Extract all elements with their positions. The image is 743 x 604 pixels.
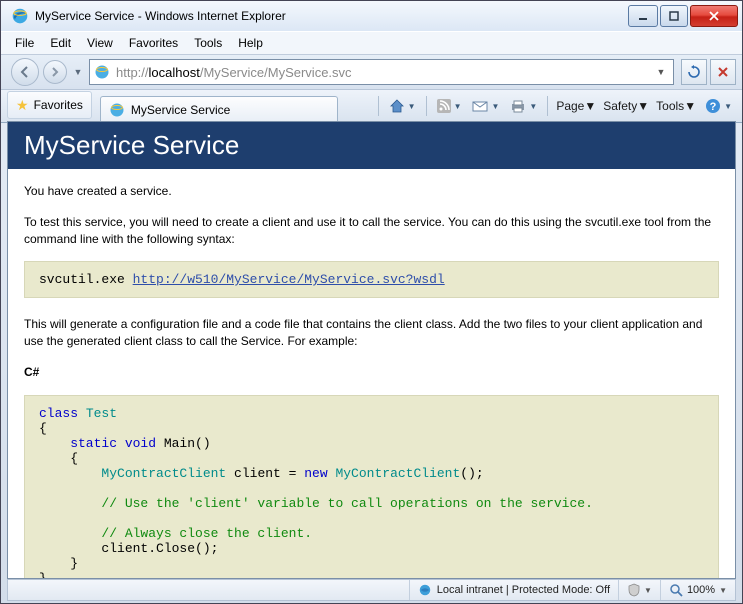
zoom-icon — [669, 583, 683, 597]
ie-window: MyService Service - Windows Internet Exp… — [0, 0, 743, 604]
print-icon — [510, 99, 526, 113]
menu-edit[interactable]: Edit — [50, 36, 71, 50]
menu-help[interactable]: Help — [238, 36, 263, 50]
content-viewport: MyService Service You have created a ser… — [7, 121, 736, 579]
status-empty — [8, 580, 409, 600]
wsdl-link[interactable]: http://w510/MyService/MyService.svc?wsdl — [133, 272, 445, 287]
minimize-icon — [638, 11, 648, 21]
page-content[interactable]: MyService Service You have created a ser… — [8, 122, 735, 578]
close-button[interactable] — [690, 5, 738, 27]
help-button[interactable]: ?▼ — [701, 95, 736, 117]
menu-view[interactable]: View — [87, 36, 113, 50]
tab-title: MyService Service — [131, 103, 230, 117]
security-settings[interactable]: ▼ — [618, 580, 660, 600]
command-toolbar: ▼ ▼ ▼ ▼ Page ▼ Safety ▼ Tools ▼ ?▼ — [338, 90, 742, 122]
menubar: File Edit View Favorites Tools Help — [1, 31, 742, 55]
menu-tools[interactable]: Tools — [194, 36, 222, 50]
maximize-button[interactable] — [660, 5, 688, 27]
svg-text:?: ? — [710, 101, 717, 113]
forward-arrow-icon — [49, 66, 61, 78]
nav-history-dropdown[interactable]: ▼ — [71, 67, 85, 77]
address-bar[interactable]: http://localhost/MyService/MyService.svc… — [89, 59, 674, 85]
rss-icon — [437, 99, 451, 113]
separator — [378, 96, 379, 116]
browser-tab[interactable]: MyService Service — [100, 96, 338, 123]
address-text[interactable]: http://localhost/MyService/MyService.svc — [116, 65, 653, 80]
tools-menu[interactable]: Tools ▼ — [654, 99, 698, 113]
maximize-icon — [669, 11, 679, 21]
back-arrow-icon — [18, 65, 32, 79]
zoom-control[interactable]: 100% ▼ — [660, 580, 735, 600]
menu-file[interactable]: File — [15, 36, 34, 50]
page-banner: MyService Service — [8, 122, 735, 169]
feeds-button[interactable]: ▼ — [433, 95, 466, 117]
generation-text: This will generate a configuration file … — [24, 316, 719, 350]
page-body: You have created a service. To test this… — [8, 169, 735, 578]
tab-page-icon — [109, 102, 125, 118]
home-icon — [389, 98, 405, 114]
window-controls — [626, 5, 738, 27]
svcutil-command: svcutil.exe http://w510/MyService/MyServ… — [24, 261, 719, 298]
minimize-button[interactable] — [628, 5, 658, 27]
code-sample: class Test { static void Main() { MyCont… — [24, 395, 719, 578]
intro-text: You have created a service. — [24, 183, 719, 200]
instructions-text: To test this service, you will need to c… — [24, 214, 719, 248]
window-title: MyService Service - Windows Internet Exp… — [35, 9, 626, 23]
separator — [547, 96, 548, 116]
stop-icon — [717, 66, 729, 78]
mail-button[interactable]: ▼ — [468, 95, 503, 117]
language-label: C# — [24, 364, 719, 381]
command-bar: ★ Favorites MyService Service ▼ ▼ ▼ ▼ Pa… — [1, 90, 742, 123]
ie-logo-icon — [11, 7, 29, 25]
help-icon: ? — [705, 98, 721, 114]
star-icon: ★ — [16, 97, 29, 114]
favorites-label: Favorites — [34, 98, 83, 112]
print-button[interactable]: ▼ — [506, 95, 541, 117]
zone-icon — [418, 583, 432, 597]
page-heading: MyService Service — [24, 130, 719, 161]
security-zone[interactable]: Local intranet | Protected Mode: Off — [409, 580, 618, 600]
menu-favorites[interactable]: Favorites — [129, 36, 178, 50]
forward-button[interactable] — [43, 60, 67, 84]
page-menu[interactable]: Page ▼ — [554, 99, 598, 113]
page-icon — [94, 64, 110, 80]
stop-button[interactable] — [710, 59, 736, 85]
separator — [426, 96, 427, 116]
back-button[interactable] — [11, 58, 39, 86]
refresh-button[interactable] — [681, 59, 707, 85]
titlebar: MyService Service - Windows Internet Exp… — [1, 1, 742, 31]
safety-menu[interactable]: Safety ▼ — [601, 99, 651, 113]
navbar: ▼ http://localhost/MyService/MyService.s… — [1, 55, 742, 90]
close-icon — [709, 11, 719, 21]
home-button[interactable]: ▼ — [385, 95, 420, 117]
refresh-icon — [687, 65, 701, 79]
address-dropdown[interactable]: ▼ — [653, 67, 669, 77]
favorites-button[interactable]: ★ Favorites — [7, 91, 92, 119]
mail-icon — [472, 99, 488, 113]
status-bar: Local intranet | Protected Mode: Off ▼ 1… — [7, 579, 736, 601]
shield-down-icon — [627, 583, 641, 597]
